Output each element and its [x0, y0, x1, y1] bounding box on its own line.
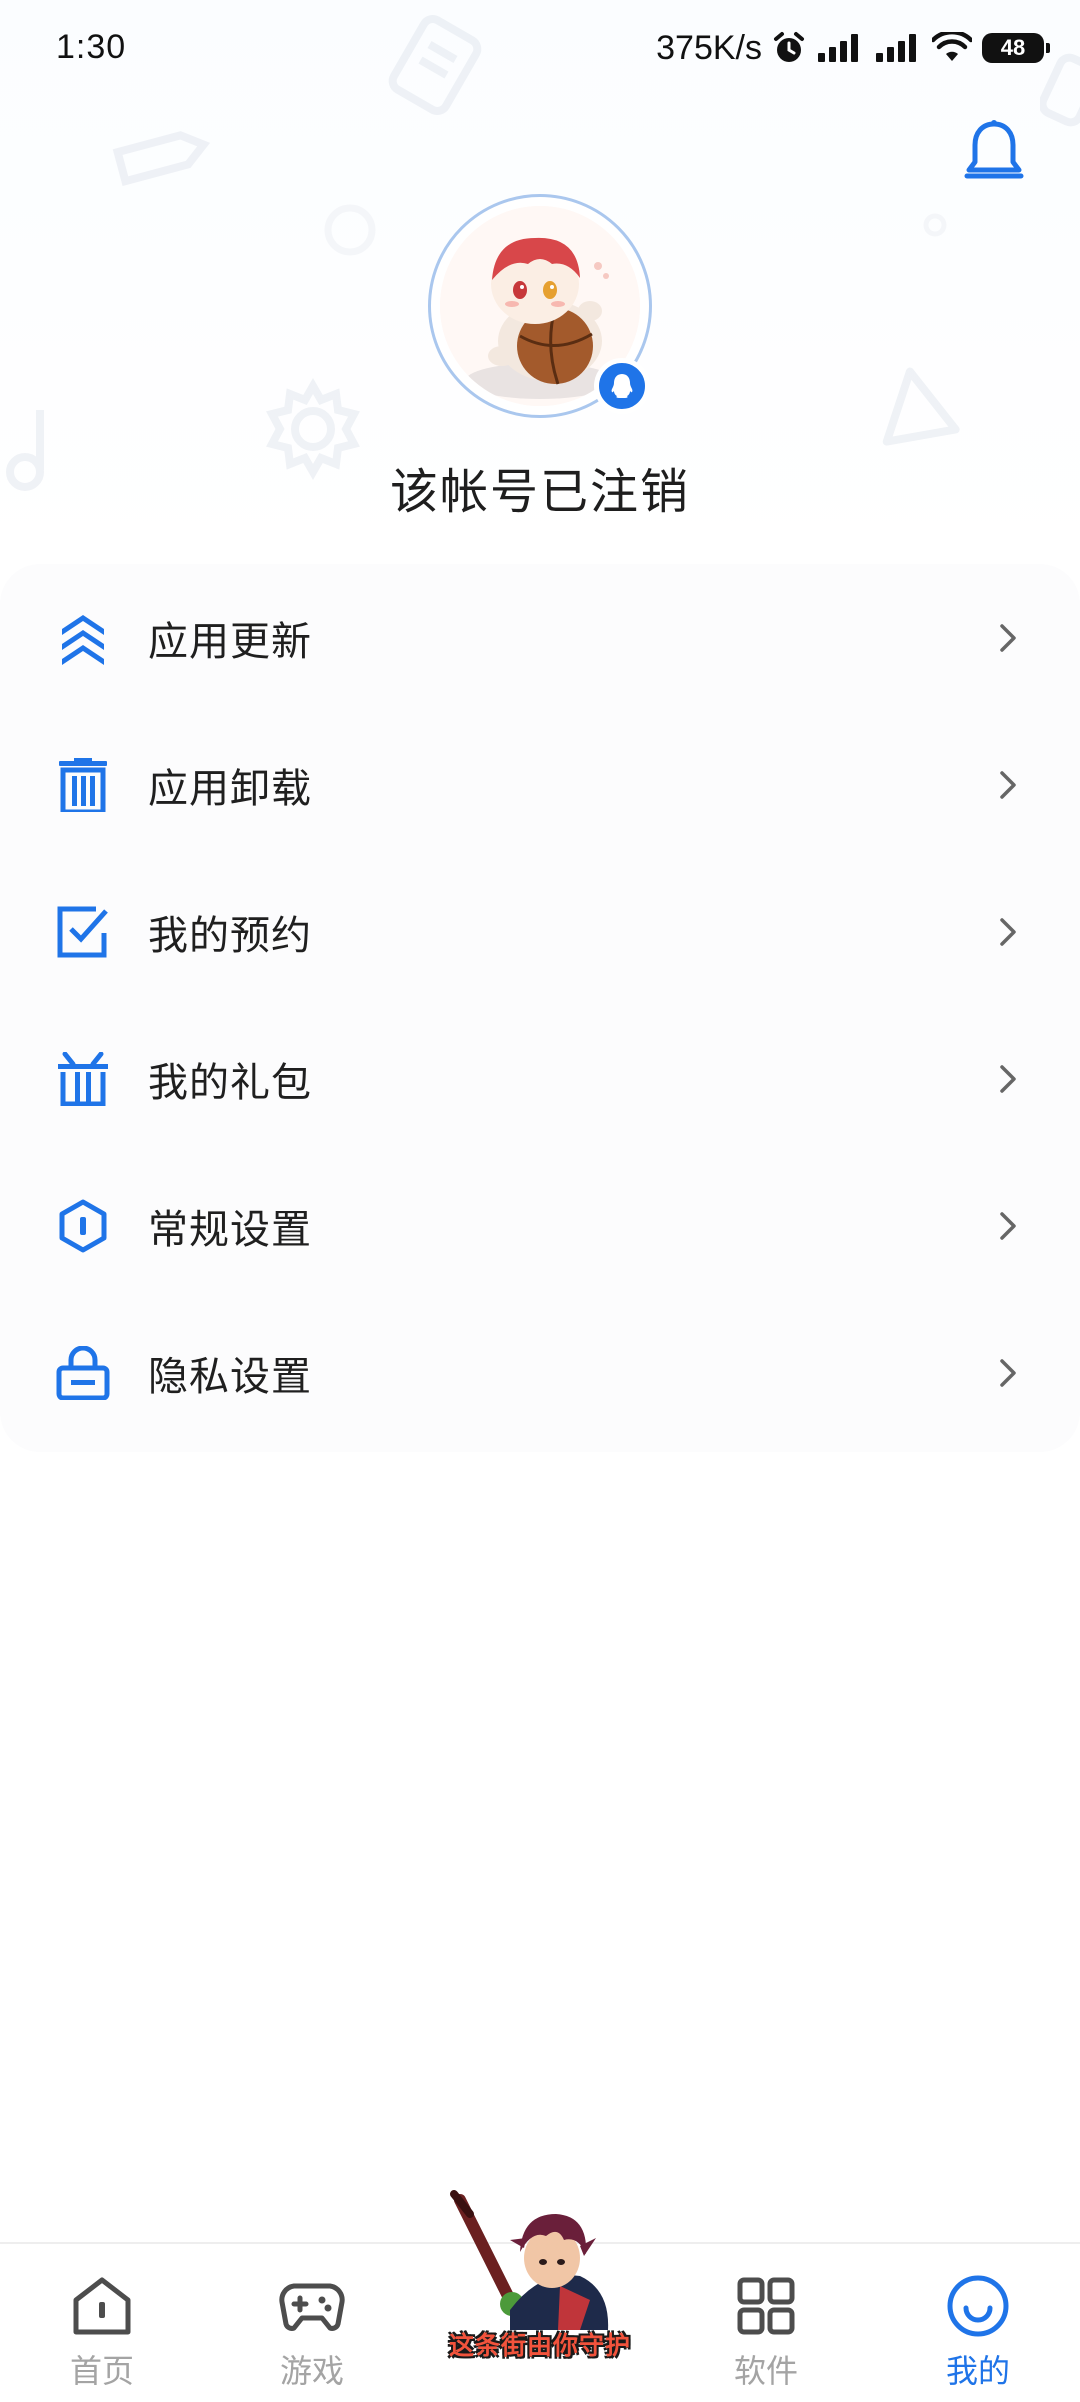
menu-item-app-update[interactable]: 应用更新 [0, 564, 1080, 711]
tab-home[interactable]: 首页 [22, 2244, 182, 2402]
qq-badge [594, 358, 650, 414]
tab-label: 我的 [945, 2353, 1010, 2389]
menu-item-label: 我的礼包 [148, 1060, 312, 1105]
game-character-image [450, 2190, 609, 2330]
trash-icon [59, 757, 107, 812]
menu-item-label: 应用卸载 [148, 766, 312, 811]
promo-caption: 这条街由你守护 [448, 2332, 631, 2360]
lock-icon [56, 1345, 110, 1400]
status-icons: 375K/s 48 [656, 26, 1050, 70]
menu-item-privacy-settings[interactable]: 隐私设置 [0, 1299, 1080, 1446]
tab-software[interactable]: 软件 [686, 2244, 846, 2402]
menu-card: 应用更新 应用卸载 我的预约 我的礼包 常规设置 隐私设置 [0, 564, 1080, 1452]
tab-label: 首页 [69, 2353, 134, 2389]
tag-decor-icon [112, 131, 211, 187]
promo-banner[interactable]: 这条街由你守护 [440, 2190, 640, 2370]
home-icon [73, 2277, 131, 2335]
grid-icon [737, 2277, 795, 2335]
username: 该帐号已注销 [389, 466, 690, 519]
chevron-right-icon [1000, 770, 1016, 799]
gift-icon [58, 1051, 108, 1106]
signal-icon [876, 34, 916, 62]
menu-item-label: 常规设置 [148, 1207, 312, 1252]
checkbox-icon [57, 906, 108, 957]
status-time: 1:30 [56, 28, 127, 66]
smile-icon [947, 2275, 1009, 2337]
triangle-decor-icon [882, 367, 960, 446]
hexagon-settings-icon [59, 1199, 107, 1252]
chevron-right-icon [1000, 1064, 1016, 1093]
menu-item-general-settings[interactable]: 常规设置 [0, 1152, 1080, 1299]
wifi-icon [932, 32, 972, 61]
battery-icon: 48 [982, 33, 1050, 63]
network-speed: 375K/s [656, 28, 762, 67]
bell-icon[interactable] [964, 118, 1024, 188]
dot-decor-icon [923, 213, 947, 237]
circle-decor-icon [324, 204, 376, 256]
menu-item-label: 我的预约 [148, 913, 312, 958]
qq-icon [611, 374, 633, 398]
chevron-right-icon [1000, 1211, 1016, 1240]
menu-item-label: 应用更新 [148, 619, 312, 664]
chevron-right-icon [1000, 917, 1016, 946]
tab-games[interactable]: 游戏 [232, 2244, 392, 2402]
menu-item-app-uninstall[interactable]: 应用卸载 [0, 711, 1080, 858]
tab-mine[interactable]: 我的 [898, 2244, 1058, 2402]
update-chevrons-icon [62, 614, 104, 665]
tab-label: 游戏 [279, 2353, 344, 2389]
menu-item-label: 隐私设置 [148, 1354, 312, 1399]
signal-icon [818, 34, 858, 62]
chevron-right-icon [1000, 623, 1016, 652]
chevron-right-icon [1000, 1358, 1016, 1387]
gamepad-icon [279, 2283, 345, 2331]
menu-item-my-gifts[interactable]: 我的礼包 [0, 1005, 1080, 1152]
battery-level: 48 [1000, 35, 1026, 60]
menu-item-my-reservations[interactable]: 我的预约 [0, 858, 1080, 1005]
status-bar: 1:30 375K/s 48 [0, 0, 1080, 96]
alarm-icon [774, 32, 804, 62]
tab-label: 软件 [733, 2353, 798, 2389]
